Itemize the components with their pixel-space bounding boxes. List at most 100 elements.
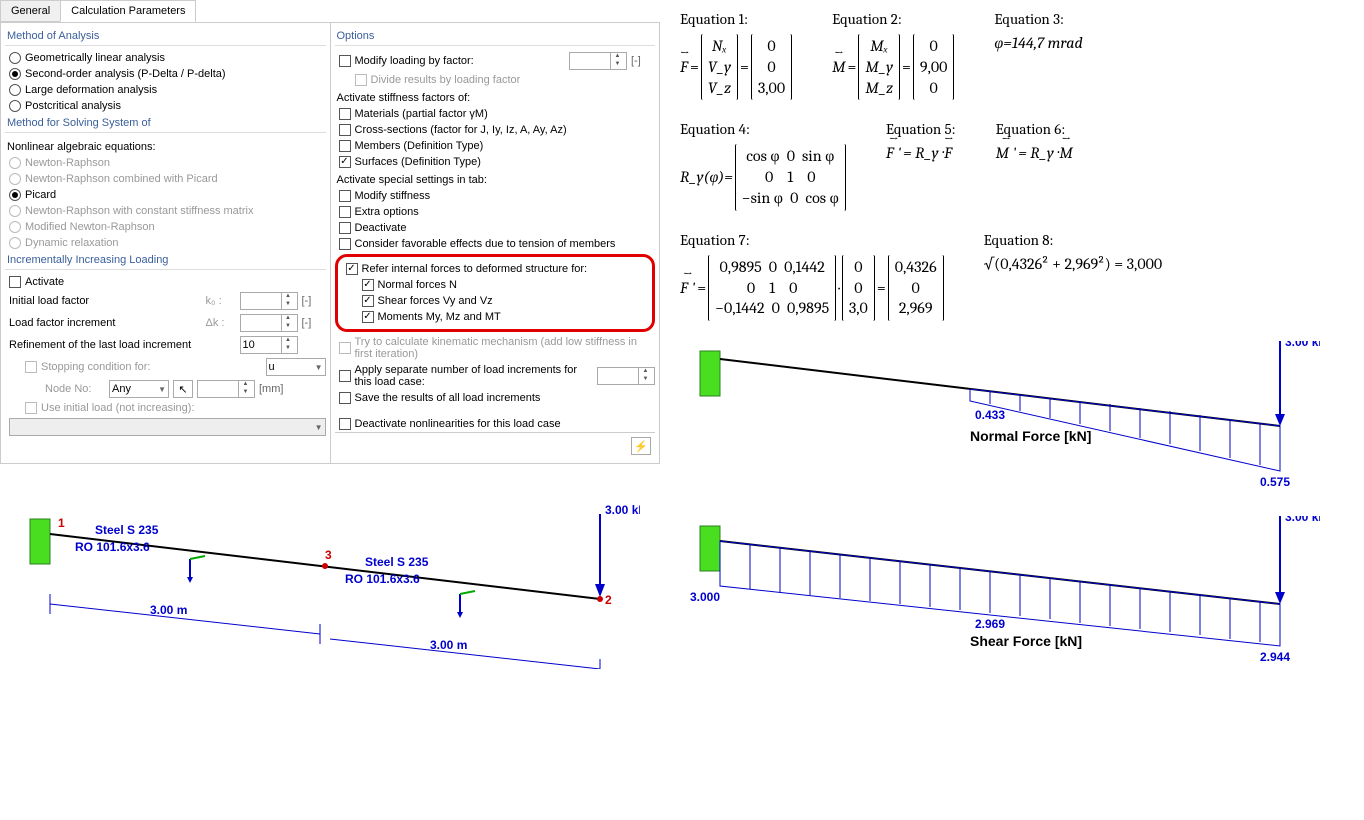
materials-label: Materials (partial factor γM) — [355, 108, 656, 120]
check-activate-incr-label: Activate — [25, 276, 326, 288]
load-factor-increment-label: Load factor increment — [9, 317, 202, 329]
beam-model-diagram: 1 3 2 Steel S 235 RO 101.6x3.6 Steel S 2… — [0, 479, 660, 669]
check-divide — [355, 74, 367, 86]
radio-picard[interactable] — [9, 189, 21, 201]
group-incremental-loading: Incrementally Increasing Loading — [5, 251, 326, 270]
svg-text:3.00 kN: 3.00 kN — [1285, 341, 1320, 349]
check-deactivate-nonlin[interactable] — [339, 418, 351, 430]
kinematic-label: Try to calculate kinematic mechanism (ad… — [355, 336, 656, 360]
svg-text:Shear Force [kN]: Shear Force [kN] — [970, 633, 1082, 649]
node-label: Node No: — [45, 383, 105, 395]
cross-label: Cross-sections (factor for J, Iy, Iz, A,… — [355, 124, 656, 136]
node-value-input[interactable]: ▲▼ — [197, 380, 255, 398]
radio-large-def[interactable] — [9, 84, 21, 96]
ilf-unit: [-] — [302, 295, 326, 307]
group-method-solving: Method for Solving System of — [5, 114, 326, 133]
check-consider-tension[interactable] — [339, 238, 351, 250]
separate-incr-input[interactable]: ▲▼ — [597, 367, 655, 385]
equation-1: Equation 1: F= NₓV_yV_z = 003,00 — [680, 10, 792, 100]
radio-linear[interactable] — [9, 52, 21, 64]
check-modify-loading[interactable] — [339, 55, 351, 67]
check-stopping — [25, 361, 37, 373]
modify-loading-input[interactable]: ▲▼ — [569, 52, 627, 70]
equation-4: Equation 4: R_y(φ)= cos φ 0 sin φ 0 1 0 … — [680, 120, 846, 210]
activate-stiffness-label: Activate stiffness factors of: — [335, 88, 656, 106]
normal-force-diagram: 3.00 kN 0.433 0.575 Normal Force [kN] — [680, 341, 1344, 501]
svg-text:2: 2 — [605, 593, 612, 607]
activate-special-label: Activate special settings in tab: — [335, 170, 656, 188]
svg-text:RO 101.6x3.6: RO 101.6x3.6 — [345, 572, 420, 586]
check-save-results[interactable] — [339, 392, 351, 404]
radio-second-order[interactable] — [9, 68, 21, 80]
initial-load-factor-input[interactable]: ▲▼ — [240, 292, 298, 310]
svg-text:2.969: 2.969 — [975, 617, 1005, 631]
consider-label: Consider favorable effects due to tensio… — [355, 238, 656, 250]
equation-3: Equation 3: φ=144,7 mrad — [994, 10, 1082, 100]
check-normal-forces[interactable] — [362, 279, 374, 291]
node-dropdown[interactable]: Any▼ — [109, 380, 169, 398]
check-mod-stiff[interactable] — [339, 190, 351, 202]
check-refer[interactable] — [346, 263, 358, 275]
svg-text:3.00 kN: 3.00 kN — [1285, 516, 1320, 524]
check-activate-incr[interactable] — [9, 276, 21, 288]
radio-nr-label: Newton-Raphson — [25, 157, 326, 169]
check-materials[interactable] — [339, 108, 351, 120]
group-options: Options — [335, 27, 656, 46]
initial-load-factor-label: Initial load factor — [9, 295, 202, 307]
normal-label: Normal forces N — [378, 279, 649, 291]
stopping-dropdown[interactable]: u▼ — [266, 358, 326, 376]
shear-label: Shear forces Vy and Vz — [378, 295, 649, 307]
extra-label: Extra options — [355, 206, 656, 218]
members-label: Members (Definition Type) — [355, 140, 656, 152]
check-kinematic — [339, 342, 351, 354]
mod-stiff-label: Modify stiffness — [355, 190, 656, 202]
refinement-label: Refinement of the last load increment — [9, 339, 236, 351]
separate-incr-label: Apply separate number of load increments… — [355, 364, 594, 388]
check-extra[interactable] — [339, 206, 351, 218]
radio-dyn — [9, 237, 21, 249]
svg-text:3.00 kN: 3.00 kN — [605, 503, 640, 517]
tab-calculation-parameters[interactable]: Calculation Parameters — [60, 0, 196, 22]
radio-nrp-label: Newton-Raphson combined with Picard — [25, 173, 326, 185]
equation-6: Equation 6: M '= R_y · M — [996, 120, 1073, 210]
save-results-label: Save the results of all load increments — [355, 392, 656, 404]
svg-text:Steel S 235: Steel S 235 — [365, 555, 429, 569]
radio-mnr-label: Modified Newton-Raphson — [25, 221, 326, 233]
radio-second-order-label: Second-order analysis (P-Delta / P-delta… — [25, 68, 326, 80]
check-use-initial — [25, 402, 37, 414]
moments-label: Moments My, Mz and MT — [378, 311, 649, 323]
tabs: General Calculation Parameters — [0, 0, 660, 22]
svg-text:0.433: 0.433 — [975, 408, 1005, 422]
refer-label: Refer internal forces to deformed struct… — [362, 263, 649, 275]
load-factor-increment-input[interactable]: ▲▼ — [240, 314, 298, 332]
svg-text:RO 101.6x3.6: RO 101.6x3.6 — [75, 540, 150, 554]
lightning-button[interactable]: ⚡ — [631, 437, 651, 455]
check-shear-forces[interactable] — [362, 295, 374, 307]
group-method-analysis: Method of Analysis — [5, 27, 326, 46]
initial-load-dropdown[interactable]: ▼ — [9, 418, 326, 436]
check-surfaces[interactable] — [339, 156, 351, 168]
radio-postcritical-label: Postcritical analysis — [25, 100, 326, 112]
radio-mnr — [9, 221, 21, 233]
radio-picard-label: Picard — [25, 189, 326, 201]
radio-linear-label: Geometrically linear analysis — [25, 52, 326, 64]
radio-postcritical[interactable] — [9, 100, 21, 112]
equation-2: Equation 2: M= MₓM_yM_z = 09,000 — [832, 10, 954, 100]
refer-group-highlight: Refer internal forces to deformed struct… — [335, 254, 656, 332]
radio-nrcm-label: Newton-Raphson with constant stiffness m… — [25, 205, 326, 217]
svg-text:3.000: 3.000 — [690, 590, 720, 604]
svg-text:3: 3 — [325, 548, 332, 562]
check-cross-sections[interactable] — [339, 124, 351, 136]
divide-label: Divide results by loading factor — [371, 74, 656, 86]
check-separate-incr[interactable] — [339, 370, 351, 382]
refinement-input[interactable]: ▲▼ — [240, 336, 298, 354]
check-moments[interactable] — [362, 311, 374, 323]
pick-node-button[interactable]: ↖ — [173, 380, 193, 398]
deactivate-nonlin-label: Deactivate nonlinearities for this load … — [355, 418, 656, 430]
check-deactivate[interactable] — [339, 222, 351, 234]
svg-text:3.00 m: 3.00 m — [430, 638, 467, 652]
tab-general[interactable]: General — [0, 0, 61, 22]
svg-text:Normal Force [kN]: Normal Force [kN] — [970, 428, 1091, 444]
check-members[interactable] — [339, 140, 351, 152]
svg-text:2.944: 2.944 — [1260, 650, 1290, 664]
